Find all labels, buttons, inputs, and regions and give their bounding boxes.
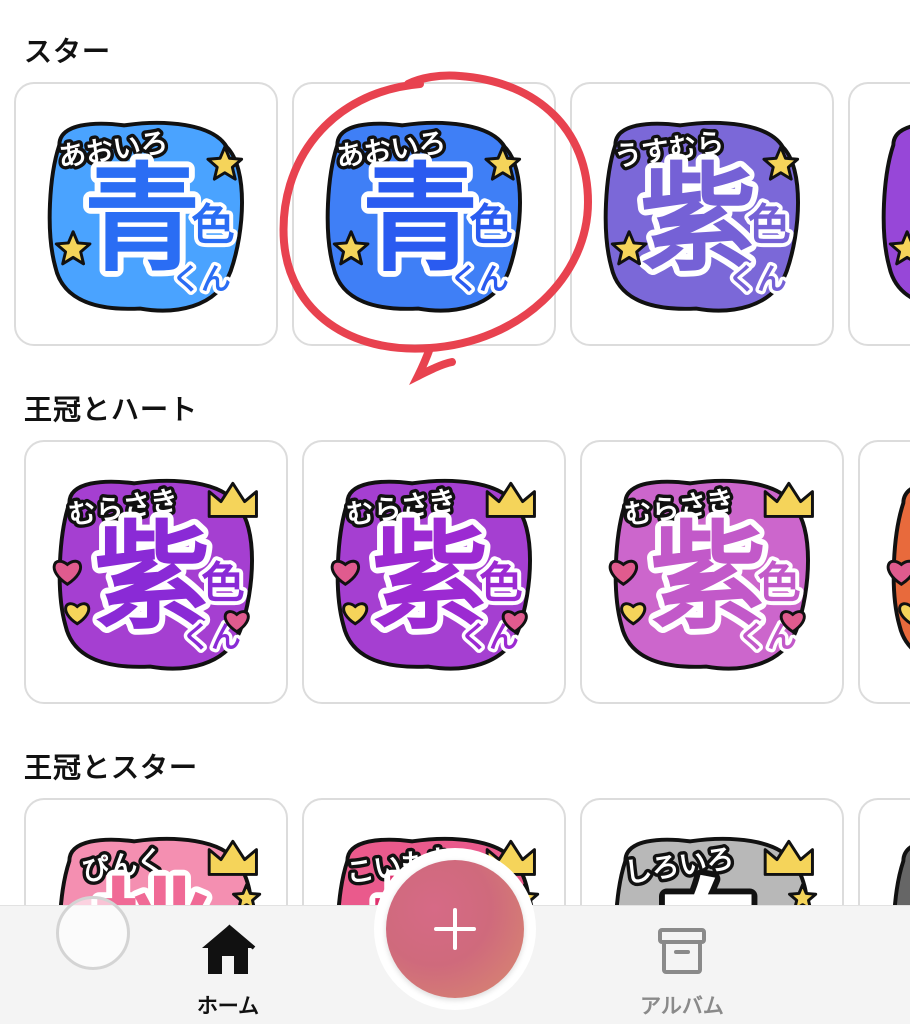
sticker-suffix: くん xyxy=(172,262,231,296)
sticker-color-char: 色 xyxy=(201,559,244,609)
sticker-image: あおいろ青色くん xyxy=(47,120,244,313)
sticker-color-char: 色 xyxy=(479,559,522,609)
sticker-image: む紫色くん xyxy=(886,487,910,650)
sticker-card[interactable]: むら紫色くん xyxy=(848,82,910,346)
sticker-image: うすむら紫色くん xyxy=(603,120,800,313)
heart-icon xyxy=(886,559,910,586)
sticker-outline xyxy=(881,124,910,299)
section-title-star: スター xyxy=(24,35,112,68)
sticker-color-char: 色 xyxy=(191,201,234,251)
plus-icon xyxy=(434,908,476,950)
assistive-touch-button[interactable] xyxy=(56,896,130,970)
sticker-card[interactable]: むらさき紫色くん xyxy=(24,440,288,704)
tab-home-label: ホーム xyxy=(196,994,260,1018)
house-icon xyxy=(202,924,256,974)
sticker-card[interactable]: む紫色くん xyxy=(858,440,910,704)
section-title-crown-heart: 王冠とハート xyxy=(24,393,199,426)
sticker-color-char: 色 xyxy=(469,201,512,251)
sticker-image: むらさき紫色くん xyxy=(52,478,258,671)
sticker-card[interactable]: うすむら紫色くん xyxy=(570,82,834,346)
sticker-row-star[interactable]: あおいろ青色くん あおいろ青色くん うすむら紫色くん むら紫色くん xyxy=(0,82,910,350)
sticker-color-char: 色 xyxy=(747,201,790,251)
tab-album[interactable]: アルバム xyxy=(592,906,772,1024)
sticker-card[interactable]: むらさき紫色くん xyxy=(580,440,844,704)
section-title-crown-star: 王冠とスター xyxy=(24,751,199,784)
sticker-image: むらさき紫色くん xyxy=(608,478,814,671)
sticker-color-char: 色 xyxy=(757,559,800,609)
sticker-suffix: くん xyxy=(450,262,509,296)
archive-box-icon xyxy=(658,928,706,974)
add-button[interactable] xyxy=(386,860,524,998)
sticker-card[interactable]: むらさき紫色くん xyxy=(302,440,566,704)
sticker-image: あおいろ青色くん xyxy=(325,120,522,313)
tab-album-label: アルバム xyxy=(640,994,724,1018)
sticker-image: むらさき紫色くん xyxy=(330,478,536,671)
sticker-image: むら紫色くん xyxy=(881,124,910,299)
sticker-suffix: くん xyxy=(728,262,787,296)
sticker-card[interactable]: あおいろ青色くん xyxy=(292,82,556,346)
sticker-card[interactable]: あおいろ青色くん xyxy=(14,82,278,346)
sticker-row-crown-heart[interactable]: むらさき紫色くん むらさき紫色くん むらさき紫色くん む紫色くん xyxy=(0,440,910,708)
tab-home[interactable]: ホーム xyxy=(138,906,318,1024)
